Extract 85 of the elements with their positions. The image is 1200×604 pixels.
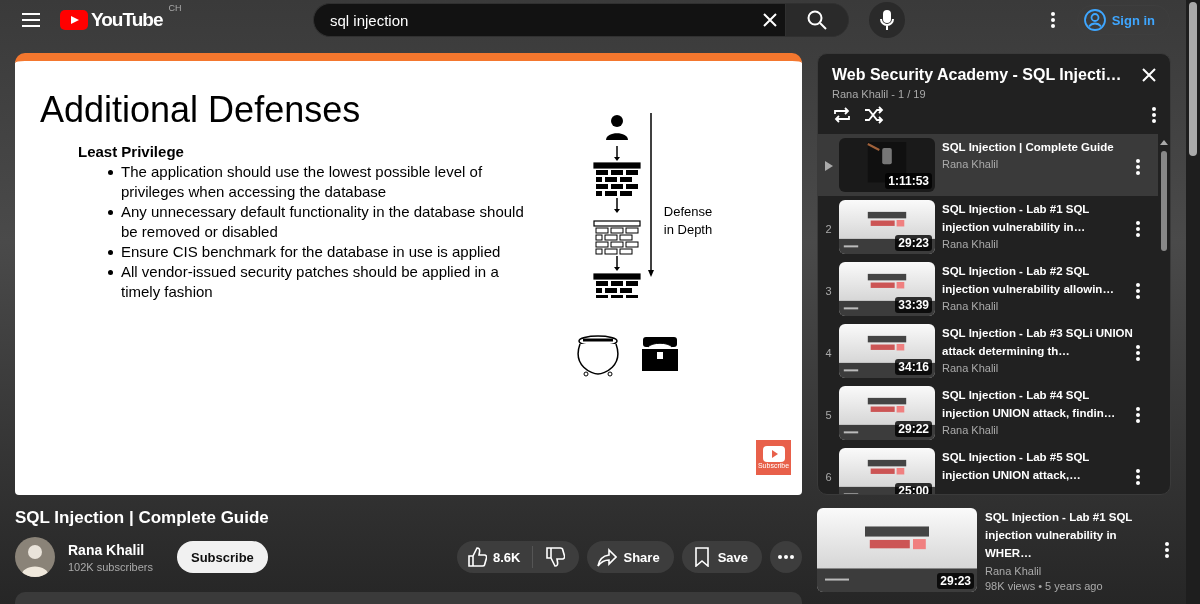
bullet-dot: [108, 270, 113, 275]
thumbs-down-icon: [545, 547, 566, 567]
item-index: 6: [824, 471, 833, 483]
more-icon: [778, 555, 794, 559]
item-title: SQL Injection - Lab #5 SQL injection UNION attack,…: [942, 450, 1091, 483]
item-index: 4: [824, 347, 833, 359]
more-icon[interactable]: [1136, 469, 1140, 485]
item-author: Rana Khalil: [942, 158, 1000, 170]
duration-badge: 1:11:53: [885, 173, 932, 189]
item-title: SQL Injection - Lab #1 SQL injection vulnerability in…: [942, 202, 1091, 235]
channel-name[interactable]: Rana Khalil: [985, 565, 1165, 577]
bullet-dot: [108, 250, 113, 255]
search-button[interactable]: [785, 3, 849, 37]
playlist-title[interactable]: Web Security Academy - SQL Injecti…: [832, 66, 1122, 84]
search-icon: [807, 10, 827, 30]
more-icon[interactable]: [1136, 221, 1140, 237]
playlist-meta: Rana Khalil - 1 / 19: [832, 88, 927, 100]
close-icon[interactable]: [1142, 68, 1156, 82]
loop-icon[interactable]: [832, 106, 852, 124]
item-author: Rana Khalil: [942, 238, 1000, 250]
duration-badge: 33:39: [895, 297, 932, 313]
save-button[interactable]: Save: [681, 541, 762, 573]
playlist-item[interactable]: 1:11:53 SQL Injection | Complete Guide Rana Khalil: [818, 134, 1158, 196]
slide-heading: Least Privilege: [78, 143, 185, 160]
playlist-item[interactable]: 3 33:39 SQL Injection - Lab #2 SQL injection vulnerability allowin… Rana Khalil: [818, 258, 1158, 320]
bullet-text: Ensure CIS benchmark for the database in use is applied: [121, 242, 501, 262]
playlist-item[interactable]: 5 29:22 SQL Injection - Lab #4 SQL injection UNION attack, findin… Rana Khalil: [818, 382, 1158, 444]
scroll-up-icon[interactable]: [1160, 140, 1168, 145]
channel-name[interactable]: Rana Khalil: [68, 541, 153, 558]
share-button[interactable]: Share: [587, 541, 674, 573]
search-field[interactable]: sql injection: [313, 3, 785, 37]
playlist-item[interactable]: 2 29:23 SQL Injection - Lab #1 SQL injection vulnerability in… Rana Khalil: [818, 196, 1158, 258]
play-icon: [824, 161, 833, 171]
playlist-item[interactable]: 4 34:16 SQL Injection - Lab #3 SQLi UNION attack determining th… Rana Khalil: [818, 320, 1158, 382]
item-title: SQL Injection - Lab #3 SQLi UNION attack determining th…: [942, 326, 1134, 359]
bullet-text: All vendor-issued security patches should be applied in a timely fashion: [121, 262, 500, 302]
bullet-dot: [108, 170, 113, 175]
item-title: SQL Injection | Complete Guide: [942, 140, 1115, 155]
mic-icon: [880, 10, 894, 30]
thumbs-up-icon: [467, 547, 487, 567]
share-icon: [597, 547, 618, 567]
more-icon[interactable]: [1136, 407, 1140, 423]
bullet-text: The application should use the lowest possible level of privileges when accessing the database: [121, 162, 484, 202]
more-icon[interactable]: [1050, 12, 1055, 28]
video-title[interactable]: SQL Injection - Lab #1 SQL injection vulnerability in WHER…: [985, 508, 1165, 562]
item-title: SQL Injection - Lab #4 SQL injection UNION attack, findin…: [942, 388, 1117, 421]
more-button[interactable]: [770, 541, 802, 573]
channel-avatar[interactable]: [15, 537, 55, 577]
item-author: Rana Khalil: [942, 362, 1000, 374]
duration-badge: 29:23: [895, 235, 932, 251]
duration-badge: 34:16: [895, 359, 932, 375]
bullet-dot: [108, 210, 113, 215]
item-author: Rana Khalil: [942, 300, 1000, 312]
play-icon: [762, 446, 785, 462]
menu-icon[interactable]: [22, 13, 40, 27]
item-index: 3: [824, 285, 833, 297]
logo-text[interactable]: YouTube: [91, 9, 163, 31]
video-stats: 98K views • 5 years ago: [985, 580, 1104, 592]
duration-badge: 29:22: [895, 421, 932, 437]
mic-button[interactable]: [869, 2, 905, 38]
chest-icon: [640, 335, 680, 373]
item-title: SQL Injection - Lab #2 SQL injection vulnerability allowin…: [942, 264, 1115, 297]
shuffle-icon[interactable]: [864, 106, 884, 124]
search-input[interactable]: sql injection: [328, 10, 763, 30]
clear-icon[interactable]: [763, 13, 777, 27]
video-title: SQL Injection | Complete Guide: [15, 508, 270, 528]
country-code: CH: [168, 3, 182, 13]
page-scrollbar[interactable]: [1186, 0, 1200, 604]
depth-label: Defense in Depth: [663, 203, 713, 239]
item-index: 2: [824, 223, 833, 235]
play-logo-icon[interactable]: [60, 10, 88, 30]
bullet-text: Any unnecessary default functionality in the database should be removed or disabled: [121, 202, 525, 242]
subscribe-button[interactable]: Subscribe: [177, 541, 268, 573]
more-icon[interactable]: [1136, 283, 1140, 299]
item-index: 5: [824, 409, 833, 421]
pot-icon: [574, 335, 622, 377]
more-icon[interactable]: [1152, 107, 1156, 123]
subscriber-count: 102K subscribers: [68, 560, 153, 573]
account-icon: [1083, 9, 1106, 31]
more-icon[interactable]: [1165, 542, 1169, 558]
more-icon[interactable]: [1136, 345, 1140, 361]
more-icon[interactable]: [1136, 159, 1140, 175]
slide-title: Additional Defenses: [40, 89, 362, 131]
item-author: Rana Khalil: [942, 424, 1000, 436]
duration-badge: 29:23: [937, 573, 974, 589]
